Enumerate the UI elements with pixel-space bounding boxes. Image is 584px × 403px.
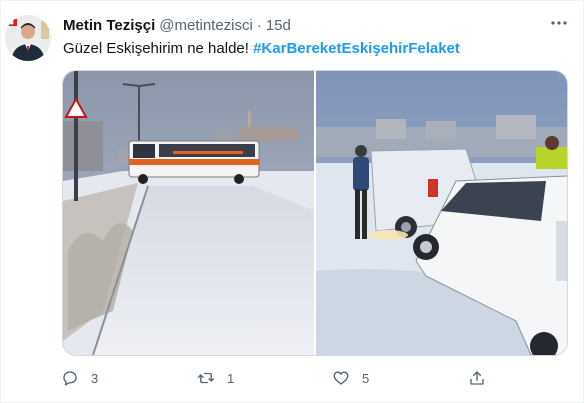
tweet-actions: 3 1 5 [61, 367, 501, 389]
hashtag-link[interactable]: #KarBereketEskişehirFelaket [253, 40, 460, 57]
tweet-card[interactable]: Metin Tezişçi @metintezisci · 15d Güzel … [0, 0, 584, 403]
tweet-header: Metin Tezişçi @metintezisci · 15d [63, 17, 291, 37]
like-button[interactable]: 5 [332, 367, 369, 389]
like-count: 5 [362, 370, 370, 386]
share-button[interactable] [468, 367, 486, 389]
tweet-text: Güzel Eskişehirim ne halde! #KarBereketE… [63, 39, 460, 59]
author-name[interactable]: Metin Tezişçi [63, 17, 155, 34]
tweet-body: Güzel Eskişehirim ne halde! [63, 40, 249, 57]
tweet-time[interactable]: 15d [266, 17, 291, 34]
retweet-button[interactable]: 1 [197, 367, 234, 389]
heart-icon [333, 371, 349, 385]
author-handle[interactable]: @metintezisci [159, 17, 253, 34]
share-icon [470, 371, 484, 385]
dot-separator: · [256, 17, 262, 34]
retweet-icon [197, 372, 215, 384]
photo-snowy-bus[interactable] [63, 71, 314, 355]
more-options-icon[interactable] [549, 13, 569, 33]
avatar-image [5, 15, 51, 61]
photo-snowy-cars[interactable] [316, 71, 567, 355]
reply-icon [63, 371, 77, 386]
retweet-count: 1 [227, 370, 235, 386]
reply-button[interactable]: 3 [61, 367, 98, 389]
reply-count: 3 [91, 370, 99, 386]
media-grid [62, 70, 568, 356]
avatar[interactable] [5, 15, 51, 61]
